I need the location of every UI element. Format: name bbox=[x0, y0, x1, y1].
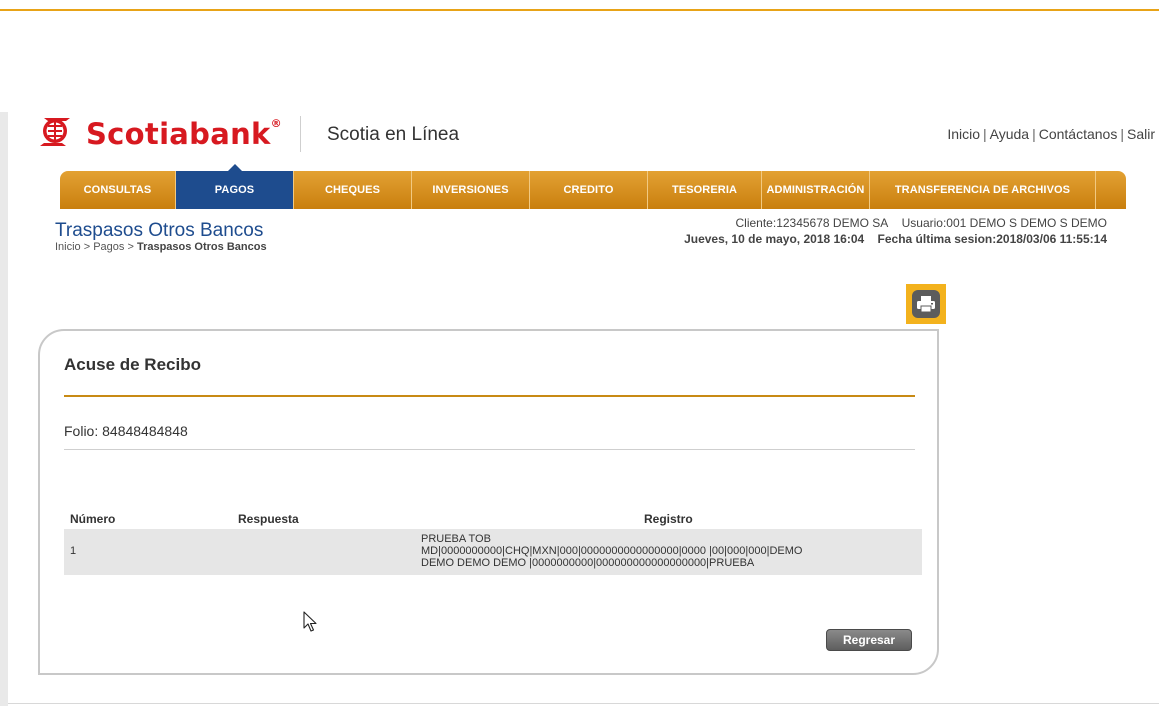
folio-value: 84848484848 bbox=[102, 423, 188, 439]
column-header-respuesta: Respuesta bbox=[238, 512, 299, 526]
registro-line: DEMO DEMO DEMO |0000000000|0000000000000… bbox=[421, 557, 755, 569]
link-inicio[interactable]: Inicio bbox=[947, 126, 980, 142]
folio-divider bbox=[64, 449, 915, 450]
breadcrumb-path[interactable]: Inicio > Pagos > bbox=[55, 241, 137, 253]
scotiabank-logo[interactable]: Scotiabank® bbox=[36, 114, 282, 154]
nav-consultas[interactable]: CONSULTAS bbox=[60, 171, 176, 209]
column-header-numero: Número bbox=[70, 512, 116, 526]
link-separator: | bbox=[983, 126, 987, 142]
link-separator: | bbox=[1032, 126, 1036, 142]
nav-credito[interactable]: CREDITO bbox=[530, 171, 648, 209]
breadcrumb: Inicio > Pagos > Traspasos Otros Bancos bbox=[55, 241, 267, 253]
breadcrumb-current: Traspasos Otros Bancos bbox=[136, 241, 267, 253]
link-separator: | bbox=[1120, 126, 1124, 142]
receipt-title: Acuse de Recibo bbox=[64, 355, 201, 374]
table-row: 1 PRUEBA TOB MD|0000000000|CHQ|MXN|000|0… bbox=[64, 529, 922, 575]
client-label: Cliente:12345678 DEMO SA bbox=[735, 216, 889, 230]
left-scrollbar-edge bbox=[0, 112, 8, 706]
main-nav: CONSULTAS PAGOS CHEQUES INVERSIONES CRED… bbox=[60, 164, 1126, 209]
last-session: Fecha última sesion:2018/03/06 11:55:14 bbox=[877, 232, 1107, 246]
regresar-button[interactable]: Regresar bbox=[826, 629, 912, 651]
scotiabank-logo-icon bbox=[36, 114, 74, 155]
folio-label: Folio: bbox=[64, 423, 99, 439]
brand-name: Scotiabank® bbox=[86, 117, 282, 151]
link-ayuda[interactable]: Ayuda bbox=[990, 126, 1029, 142]
nav-tesoreria[interactable]: TESORERIA bbox=[648, 171, 762, 209]
bottom-edge-line bbox=[8, 703, 1159, 704]
nav-pagos[interactable]: PAGOS bbox=[176, 164, 294, 209]
title-divider bbox=[64, 395, 915, 397]
registro-line: PRUEBA TOB bbox=[421, 533, 491, 545]
cell-numero: 1 bbox=[70, 545, 77, 557]
session-info: Jueves, 10 de mayo, 2018 16:04 Fecha últ… bbox=[684, 232, 1107, 246]
nav-inversiones[interactable]: INVERSIONES bbox=[412, 171, 530, 209]
nav-cheques[interactable]: CHEQUES bbox=[294, 171, 412, 209]
print-button[interactable] bbox=[906, 284, 946, 324]
link-contactanos[interactable]: Contáctanos bbox=[1039, 126, 1118, 142]
top-links: Inicio | Ayuda | Contáctanos | Salir bbox=[947, 126, 1155, 142]
nav-administracion[interactable]: ADMINISTRACIÓN bbox=[762, 171, 870, 209]
registro-line: MD|0000000000|CHQ|MXN|000|00000000000000… bbox=[421, 545, 803, 557]
nav-transferencia-archivos[interactable]: TRANSFERENCIA DE ARCHIVOS bbox=[870, 171, 1096, 209]
top-accent-line bbox=[0, 9, 1159, 11]
current-date: Jueves, 10 de mayo, 2018 16:04 bbox=[684, 232, 865, 246]
page-title: Traspasos Otros Bancos bbox=[55, 220, 264, 241]
page-frame: Scotiabank® Scotia en Línea Inicio | Ayuda… bbox=[8, 112, 1159, 703]
header-divider bbox=[300, 116, 301, 152]
product-name: Scotia en Línea bbox=[327, 124, 460, 145]
link-salir[interactable]: Salir bbox=[1127, 126, 1155, 142]
receipt-panel: Acuse de Recibo Folio: 84848484848 Númer… bbox=[38, 329, 939, 675]
folio: Folio: 84848484848 bbox=[64, 423, 188, 439]
cell-registro: PRUEBA TOB MD|0000000000|CHQ|MXN|000|000… bbox=[421, 533, 802, 569]
column-header-registro: Registro bbox=[644, 512, 693, 526]
user-label: Usuario:001 DEMO S DEMO S DEMO bbox=[901, 216, 1107, 230]
printer-icon bbox=[912, 290, 940, 318]
mouse-cursor-icon bbox=[303, 611, 319, 638]
client-info: Cliente:12345678 DEMO SA Usuario:001 DEM… bbox=[736, 216, 1108, 230]
